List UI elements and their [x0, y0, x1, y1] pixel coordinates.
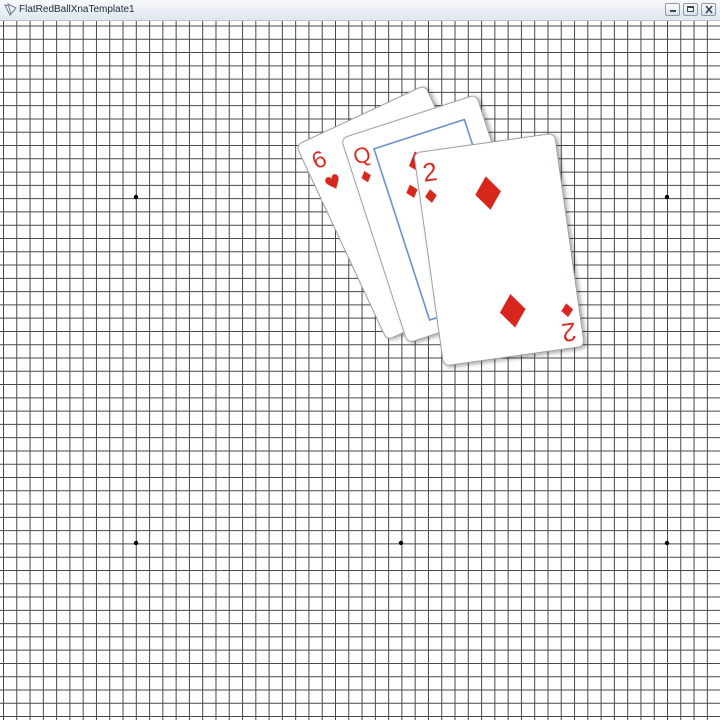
game-scene[interactable]: 6 Q 2 2 [0, 21, 720, 720]
close-icon[interactable] [701, 3, 716, 16]
grid-marker [133, 194, 139, 200]
app-window-icon[interactable] [4, 3, 17, 17]
grid-marker [398, 540, 404, 546]
window-title: FlatRedBallXnaTemplate1 [19, 4, 135, 15]
grid-marker [664, 194, 670, 200]
grid-marker [664, 540, 670, 546]
game-viewport[interactable]: 6 Q 2 2 [0, 21, 720, 720]
grid-marker [133, 540, 139, 546]
app-window: FlatRedBallXnaTemplate1 6 Q 2 2 [0, 0, 720, 720]
minimize-icon[interactable] [665, 3, 680, 16]
restore-icon[interactable] [683, 3, 698, 16]
card-two-of-diamonds[interactable]: 2 2 [414, 133, 585, 366]
title-bar[interactable]: FlatRedBallXnaTemplate1 [0, 0, 720, 21]
window-controls [665, 3, 716, 16]
